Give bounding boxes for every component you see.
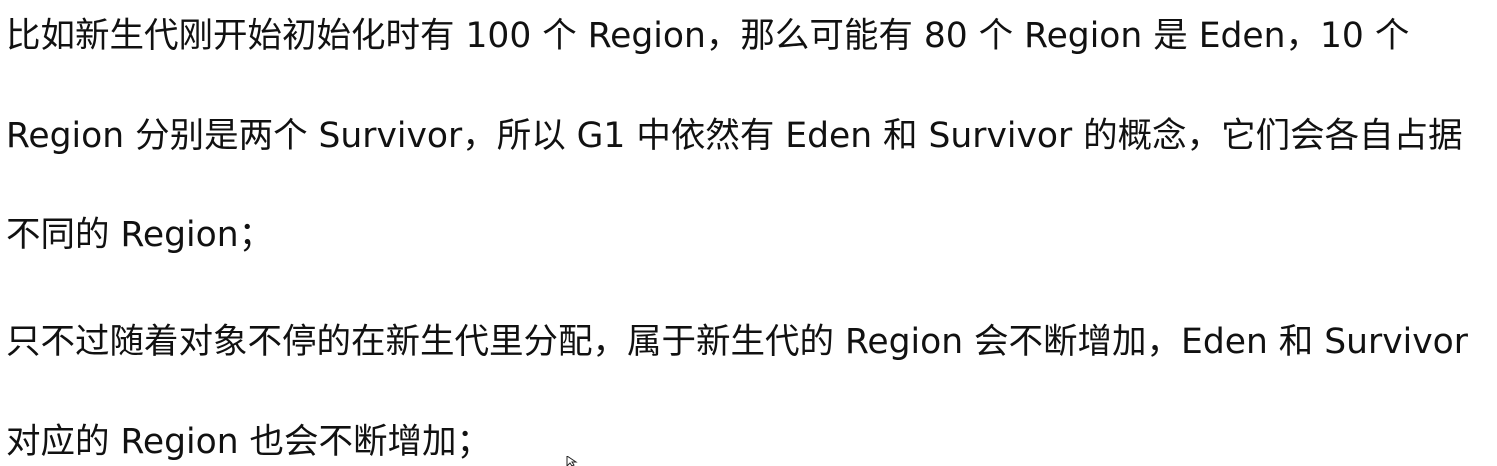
paragraph-1-line-2: Region 分别是两个 Survivor，所以 G1 中依然有 Eden 和 …	[6, 116, 1463, 156]
mouse-pointer-icon	[566, 456, 578, 466]
paragraph-1-line-1: 比如新生代刚开始初始化时有 100 个 Region，那么可能有 80 个 Re…	[6, 16, 1410, 56]
paragraph-1-line-3: 不同的 Region；	[6, 215, 274, 255]
paragraph-2-line-1: 只不过随着对象不停的在新生代里分配，属于新生代的 Region 会不断增加，Ed…	[6, 322, 1468, 362]
paragraph-2-line-2: 对应的 Region 也会不断增加；	[6, 422, 492, 462]
